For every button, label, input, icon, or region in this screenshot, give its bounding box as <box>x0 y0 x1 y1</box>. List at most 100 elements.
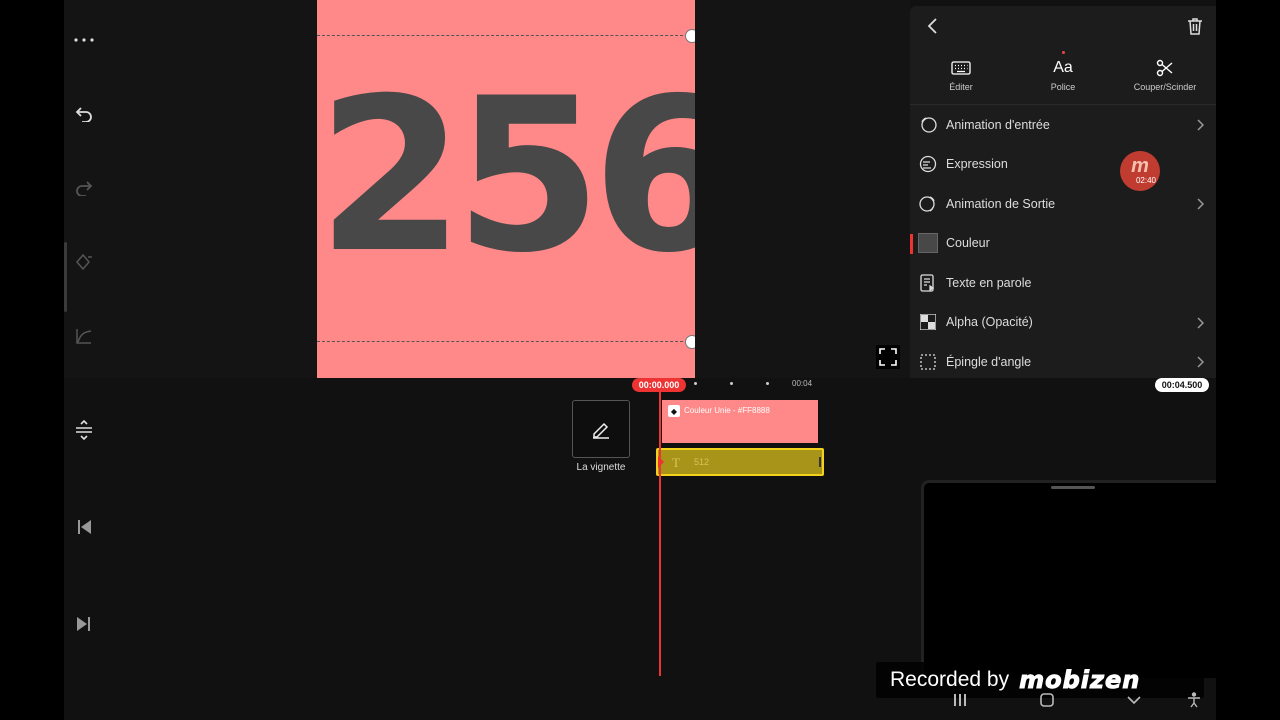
resize-handle[interactable] <box>685 335 695 349</box>
menu-enter-animation-label: Animation d'entrée <box>946 117 1050 132</box>
drag-handle[interactable] <box>1051 486 1095 489</box>
floating-video-window[interactable] <box>921 480 1216 678</box>
skip-to-end-button[interactable] <box>72 612 96 636</box>
expand-vertical-icon <box>76 420 92 440</box>
ruler-tick <box>766 382 769 385</box>
mobizen-bubble[interactable]: m 02:40 <box>1120 151 1160 191</box>
playhead[interactable] <box>659 378 661 676</box>
ruler-tick <box>694 382 697 385</box>
home-icon <box>1040 693 1054 707</box>
toolbar-scrollbar[interactable] <box>64 242 67 312</box>
timeline-zoom-button[interactable] <box>72 418 96 442</box>
menu-expression-label: Expression <box>946 157 1008 172</box>
color-clip-label: Couleur Unie - #FF8888 <box>684 406 770 415</box>
menu-exit-animation-label: Animation de Sortie <box>946 196 1056 211</box>
recent-apps-button[interactable] <box>948 688 972 712</box>
scissors-icon <box>1156 58 1174 78</box>
fullscreen-button[interactable] <box>876 345 900 369</box>
redo-button[interactable] <box>68 172 100 204</box>
redo-icon <box>76 181 93 196</box>
alpha-icon <box>918 312 938 332</box>
thumbnail-label: La vignette <box>576 462 626 473</box>
thumbnail-button[interactable] <box>572 400 630 458</box>
home-button[interactable] <box>1035 688 1059 712</box>
enter-animation-icon <box>918 115 938 135</box>
menu-exit-animation[interactable]: Animation de Sortie <box>910 184 1216 224</box>
tab-split[interactable]: Couper/Scinder <box>1114 46 1216 104</box>
delete-button[interactable] <box>1184 15 1206 37</box>
skip-back-icon <box>78 520 91 534</box>
tab-font[interactable]: Aa Police <box>1012 46 1114 104</box>
pencil-icon <box>593 422 609 439</box>
chevron-right-icon <box>1194 315 1206 331</box>
skip-forward-icon <box>77 617 90 631</box>
text-clip[interactable]: T 512 <box>656 448 824 476</box>
tab-active-dot <box>1062 51 1065 54</box>
font-icon: Aa <box>1053 59 1073 76</box>
total-duration: 00:04.500 <box>1155 378 1209 392</box>
text-clip-label: 512 <box>694 457 710 467</box>
timeline: La vignette ◆ Couleur Unie - #FF8888 T 5… <box>64 378 1216 678</box>
chevron-right-icon <box>1194 196 1206 212</box>
text-to-speech-icon <box>918 273 938 293</box>
active-indicator <box>910 233 913 254</box>
color-swatch <box>918 233 938 254</box>
keyboard-icon <box>951 58 971 78</box>
chevron-down-icon <box>1127 696 1141 704</box>
preview-area: 256 <box>64 0 910 378</box>
system-nav-bar <box>900 688 1216 712</box>
expression-icon <box>918 154 938 174</box>
tab-split-label: Couper/Scinder <box>1133 82 1197 92</box>
easing-curve-button[interactable] <box>68 320 100 352</box>
back-button[interactable] <box>922 16 942 36</box>
menu-enter-animation[interactable]: Animation d'entrée <box>910 105 1216 145</box>
curve-icon <box>76 329 92 344</box>
trim-end-handle[interactable] <box>819 457 821 467</box>
selection-top-border <box>317 35 693 36</box>
fullscreen-icon <box>879 348 897 366</box>
recording-time: 02:40 <box>1135 176 1156 185</box>
tab-font-label: Police <box>1050 82 1076 92</box>
undo-button[interactable] <box>68 98 100 130</box>
more-options-button[interactable] <box>68 24 100 56</box>
menu-corner-pin[interactable]: Épingle d'angle <box>910 342 1216 382</box>
tab-edit[interactable]: Éditer <box>910 46 1012 104</box>
chevron-right-icon <box>1194 354 1206 370</box>
more-dots-icon <box>74 38 94 42</box>
accessibility-button[interactable] <box>1182 688 1206 712</box>
selection-bottom-border <box>317 341 693 342</box>
keyframe-diamond-icon <box>76 253 92 271</box>
menu-alpha-label: Alpha (Opacité) <box>946 315 1033 330</box>
color-clip[interactable]: ◆ Couleur Unie - #FF8888 <box>662 400 818 443</box>
panel-header <box>910 6 1216 46</box>
canvas-text[interactable]: 256 <box>317 70 695 282</box>
mobizen-logo-icon: m <box>1131 155 1149 177</box>
ruler-tick <box>730 382 733 385</box>
paint-bucket-icon: ◆ <box>668 405 680 417</box>
recent-apps-icon <box>954 694 966 706</box>
exit-animation-icon <box>918 194 938 214</box>
text-icon: T <box>672 455 680 470</box>
menu-expression[interactable]: Expression <box>910 145 1216 185</box>
menu-alpha[interactable]: Alpha (Opacité) <box>910 303 1216 343</box>
corner-pin-icon <box>918 352 938 372</box>
chevron-right-icon <box>1194 117 1206 133</box>
text-options-panel: Éditer Aa Police Couper/Scinder Animatio… <box>910 6 1216 378</box>
trash-icon <box>1188 18 1202 35</box>
panel-tabs: Éditer Aa Police Couper/Scinder <box>910 46 1216 105</box>
ruler-label: 00:04 <box>792 379 813 388</box>
menu-color[interactable]: Couleur <box>910 224 1216 264</box>
skip-to-start-button[interactable] <box>72 515 96 539</box>
back-nav-button[interactable] <box>1122 688 1146 712</box>
preview-canvas[interactable]: 256 <box>317 0 695 378</box>
rotate-handle[interactable] <box>685 29 695 43</box>
chevron-left-icon <box>927 18 937 34</box>
current-time: 00:00.000 <box>632 378 686 392</box>
menu-text-to-speech[interactable]: Texte en parole <box>910 263 1216 303</box>
keyframe-button[interactable] <box>68 246 100 278</box>
undo-icon <box>75 107 92 122</box>
video-editor-app: 256 Éditer Aa Police Couper/Scinder Anim… <box>64 0 1216 720</box>
accessibility-icon <box>1188 692 1200 708</box>
tab-edit-label: Éditer <box>949 82 973 92</box>
menu-text-to-speech-label: Texte en parole <box>946 275 1032 290</box>
